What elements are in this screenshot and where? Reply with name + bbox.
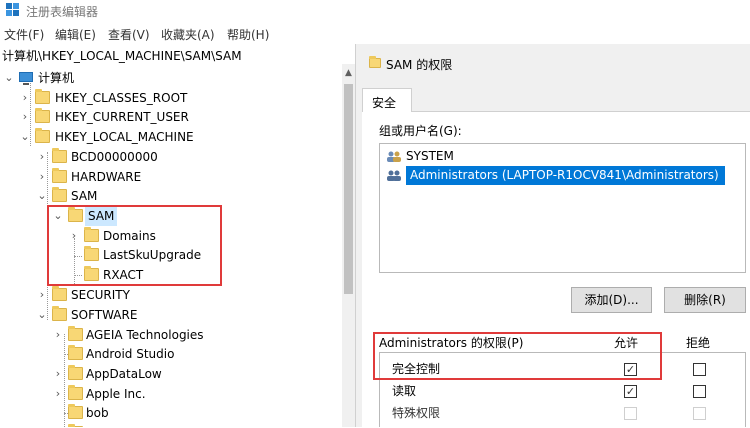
menu-file[interactable]: 文件(F) — [4, 26, 44, 43]
users-group-icon — [387, 170, 401, 181]
folder-icon — [35, 128, 50, 143]
chevron-down-icon[interactable]: ⌄ — [4, 68, 14, 88]
chevron-right-icon[interactable]: › — [20, 107, 30, 127]
tree-item-bcd[interactable]: › BCD00000000 — [0, 147, 342, 167]
group-users-label: 组或用户名(G): — [379, 124, 462, 138]
user-name: Administrators (LAPTOP-R1OCV841\Administ… — [406, 166, 725, 185]
address-path: 计算机\HKEY_LOCAL_MACHINE\SAM\SAM — [2, 49, 242, 63]
tree-item-label: bob — [86, 406, 109, 420]
remove-button[interactable]: 删除(R) — [664, 287, 746, 313]
folder-icon — [68, 326, 83, 341]
chevron-right-icon[interactable]: › — [53, 384, 63, 404]
tree-item-apple[interactable]: › Apple Inc. — [0, 384, 342, 404]
menu-help[interactable]: 帮助(H) — [227, 26, 269, 43]
chevron-right-icon[interactable]: › — [20, 88, 30, 108]
tree-item-label: Android Studio — [86, 347, 175, 361]
folder-icon — [68, 365, 83, 380]
folder-icon — [52, 306, 67, 321]
highlight-box — [47, 205, 222, 286]
deny-column-header: 拒绝 — [686, 336, 711, 350]
user-item-system[interactable]: SYSTEM — [382, 147, 743, 166]
scroll-up-icon[interactable]: ▲ — [342, 68, 355, 80]
tree-item-label: HARDWARE — [71, 170, 142, 184]
tree-item-label: AppDataLow — [86, 367, 162, 381]
tree-item-hkey-local-machine[interactable]: ⌄ HKEY_LOCAL_MACHINE — [0, 127, 342, 147]
deny-checkbox[interactable] — [693, 363, 706, 376]
chevron-right-icon[interactable]: › — [37, 285, 47, 305]
chevron-right-icon[interactable]: › — [37, 167, 47, 187]
tree-item-label: SOFTWARE — [71, 308, 138, 322]
folder-icon — [52, 187, 67, 202]
tree-item-label: SECURITY — [71, 288, 130, 302]
tree-item-security[interactable]: › SECURITY — [0, 285, 342, 305]
folder-icon — [52, 148, 67, 163]
tree-item-hkey-current-user[interactable]: › HKEY_CURRENT_USER — [0, 107, 342, 127]
folder-icon — [68, 385, 83, 400]
tree-item-computer[interactable]: ⌄ 计算机 — [0, 68, 342, 88]
computer-icon — [19, 72, 33, 85]
chevron-down-icon[interactable]: ⌄ — [37, 305, 47, 325]
add-button[interactable]: 添加(D)... — [571, 287, 652, 313]
chevron-right-icon[interactable]: › — [53, 325, 63, 345]
tree-item-appdatalow[interactable]: › AppDataLow — [0, 364, 342, 384]
user-item-administrators[interactable]: Administrators (LAPTOP-R1OCV841\Administ… — [382, 166, 745, 185]
user-name: SYSTEM — [406, 149, 454, 163]
chevron-right-icon[interactable]: › — [37, 147, 47, 167]
users-group-icon — [387, 151, 401, 162]
tab-label: 安全 — [372, 96, 397, 110]
allow-checkbox — [624, 407, 637, 420]
tree-item-android-studio[interactable]: Android Studio — [0, 344, 342, 364]
tree-item-label: SAM — [71, 189, 98, 203]
folder-icon — [35, 89, 50, 104]
menu-bar: 文件(F) 编辑(E) 查看(V) 收藏夹(A) 帮助(H) — [0, 22, 750, 44]
folder-icon — [369, 56, 381, 68]
registry-tree: ⌄ 计算机 › HKEY_CLASSES_ROOT › HKEY_CURRENT… — [0, 64, 342, 427]
dialog-title: SAM 的权限 — [386, 58, 453, 72]
tree-item-label: HKEY_CLASSES_ROOT — [55, 91, 188, 105]
chevron-down-icon[interactable]: ⌄ — [37, 186, 47, 206]
chevron-down-icon[interactable]: ⌄ — [20, 127, 30, 147]
tab-security[interactable]: 安全 — [362, 88, 412, 112]
menu-view[interactable]: 查看(V) — [108, 26, 150, 43]
tree-item-bob[interactable]: bob — [0, 403, 342, 423]
folder-icon — [35, 108, 50, 123]
tree-item-hkey-classes-root[interactable]: › HKEY_CLASSES_ROOT — [0, 88, 342, 108]
chevron-right-icon[interactable]: › — [53, 364, 63, 384]
tree-item-label: BCD00000000 — [71, 150, 158, 164]
window-title: 注册表编辑器 — [26, 5, 99, 19]
tree-item-label: Apple Inc. — [86, 387, 146, 401]
allow-checkbox[interactable]: ✓ — [624, 385, 637, 398]
tree-item-ageia[interactable]: › AGEIA Technologies — [0, 325, 342, 345]
title-bar: 注册表编辑器 — [0, 0, 750, 22]
tree-item-label: HKEY_CURRENT_USER — [55, 110, 189, 124]
menu-edit[interactable]: 编辑(E) — [55, 26, 96, 43]
tree-item-sam[interactable]: ⌄ SAM — [0, 186, 342, 206]
registry-editor-icon — [6, 3, 19, 16]
tree-item-label: AGEIA Technologies — [86, 328, 204, 342]
permission-row-read: 读取 ✓ — [380, 381, 745, 401]
scrollbar-thumb[interactable] — [344, 84, 353, 294]
tree-item-hardware[interactable]: › HARDWARE — [0, 167, 342, 187]
deny-checkbox — [693, 407, 706, 420]
folder-icon — [68, 345, 83, 360]
users-list[interactable]: SYSTEM Administrators (LAPTOP-R1OCV841\A… — [379, 143, 746, 273]
menu-favorites[interactable]: 收藏夹(A) — [161, 26, 215, 43]
tree-item-label: HKEY_LOCAL_MACHINE — [55, 130, 194, 144]
permission-name: 读取 — [392, 384, 417, 398]
deny-checkbox[interactable] — [693, 385, 706, 398]
tree-item-partial[interactable] — [0, 423, 342, 427]
folder-icon — [68, 404, 83, 419]
folder-icon — [52, 168, 67, 183]
folder-icon — [52, 286, 67, 301]
permission-name: 特殊权限 — [392, 406, 441, 420]
permission-row-special: 特殊权限 — [380, 403, 745, 423]
tree-item-label: 计算机 — [38, 71, 75, 85]
address-bar[interactable]: 计算机\HKEY_LOCAL_MACHINE\SAM\SAM — [0, 44, 355, 65]
highlight-box — [373, 332, 662, 380]
tree-item-software[interactable]: ⌄ SOFTWARE — [0, 305, 342, 325]
